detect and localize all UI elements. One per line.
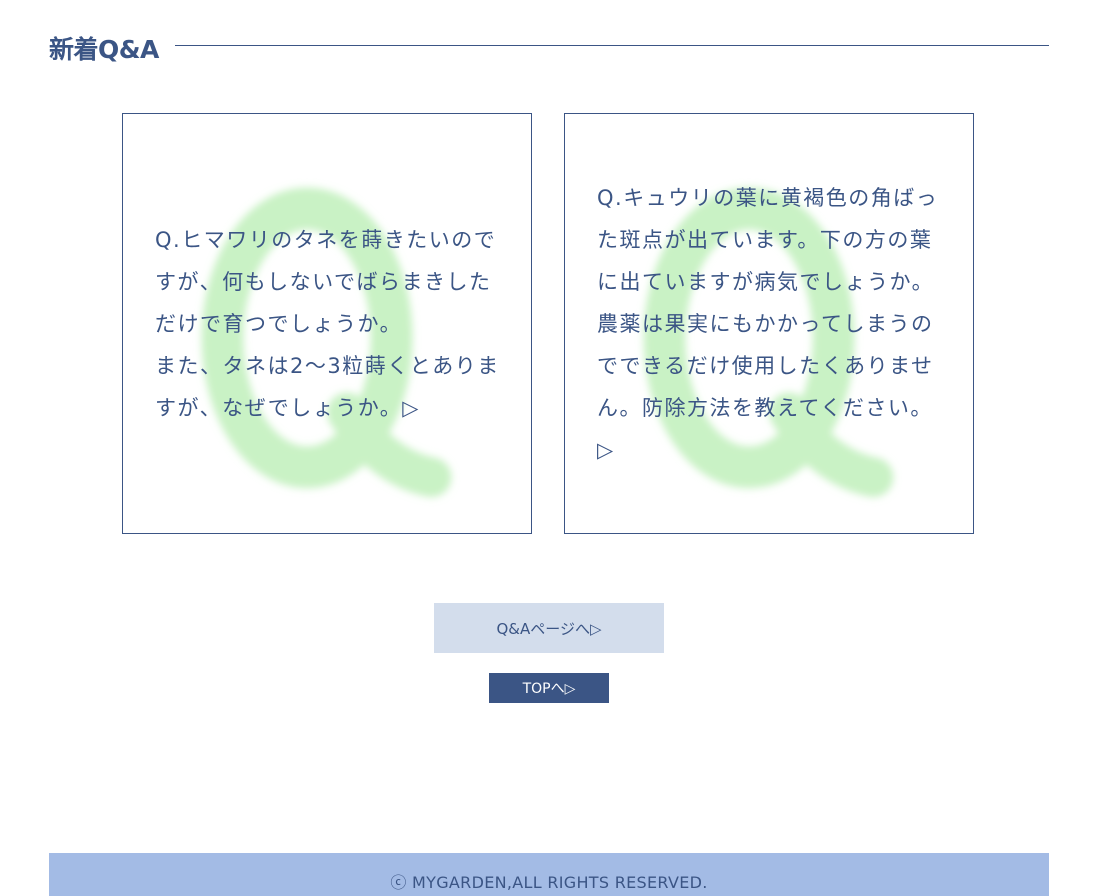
qa-page-button[interactable]: Q&Aページへ▷ <box>434 603 664 653</box>
copyright-text: ⓒ MYGARDEN,ALL RIGHTS RESERVED. <box>390 872 708 892</box>
qa-card-2[interactable]: Q.キュウリの葉に黄褐色の角ばった斑点が出ています。下の方の葉に出ていますが病気… <box>564 113 974 534</box>
question-text: Q.キュウリの葉に黄褐色の角ばった斑点が出ています。下の方の葉に出ていますが病気… <box>597 185 939 462</box>
section-heading: 新着Q&A <box>49 30 1049 66</box>
question-text: Q.ヒマワリのタネを蒔きたいのですが、何もしないでばらまきしただけで育つでしょう… <box>155 227 500 420</box>
top-button[interactable]: TOPへ▷ <box>489 673 609 703</box>
heading-divider <box>174 44 1049 46</box>
section-title: 新着Q&A <box>49 35 159 64</box>
page: 新着Q&A Q.ヒマワリのタネを蒔きたいのですが、何もしないでばらまきしただけで… <box>0 0 1119 896</box>
footer: ⓒ MYGARDEN,ALL RIGHTS RESERVED. <box>49 853 1049 896</box>
qa-card-1[interactable]: Q.ヒマワリのタネを蒔きたいのですが、何もしないでばらまきしただけで育つでしょう… <box>122 113 532 534</box>
